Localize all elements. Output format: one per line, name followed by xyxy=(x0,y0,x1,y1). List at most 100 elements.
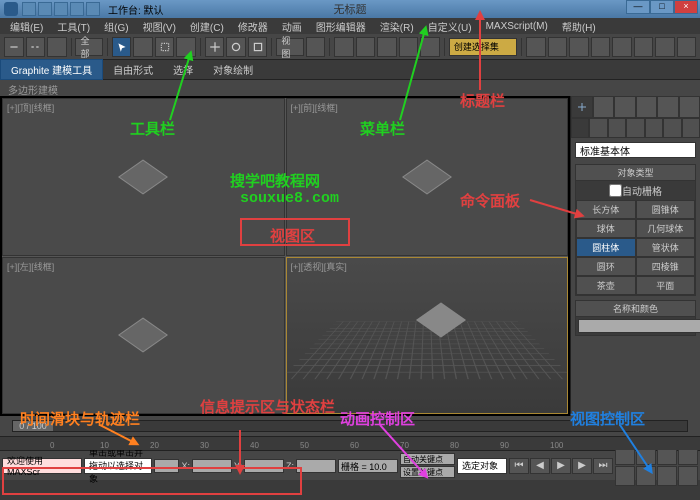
close-button[interactable]: × xyxy=(674,0,698,14)
viewport-label[interactable]: [+][前][线框] xyxy=(291,101,338,114)
shapes-icon[interactable] xyxy=(589,118,607,138)
align-icon[interactable] xyxy=(548,37,568,57)
motion-tab-icon[interactable] xyxy=(636,96,658,118)
bind-icon[interactable] xyxy=(47,37,67,57)
viewport-perspective[interactable]: [+][透视][真实] xyxy=(286,257,569,415)
menu-tools[interactable]: 工具(T) xyxy=(51,19,96,34)
lights-icon[interactable] xyxy=(608,118,626,138)
viewport-top[interactable]: [+][顶][线框] xyxy=(2,98,285,256)
snap-icon[interactable] xyxy=(356,37,376,57)
ribbon-tab-objectpaint[interactable]: 对象绘制 xyxy=(203,60,263,79)
tube-button[interactable]: 管状体 xyxy=(636,238,696,257)
primitive-category-dropdown[interactable]: 标准基本体 xyxy=(575,142,696,158)
prev-frame-icon[interactable]: ◀ xyxy=(530,458,550,474)
redo-icon[interactable] xyxy=(86,2,100,16)
spacewarps-icon[interactable] xyxy=(663,118,681,138)
viewport-label[interactable]: [+][透视][真实] xyxy=(291,260,347,273)
time-slider[interactable]: 0 / 100 xyxy=(12,420,688,432)
selection-lock-icon[interactable] xyxy=(154,459,179,473)
app-logo[interactable] xyxy=(4,2,18,16)
menu-grapheditor[interactable]: 图形编辑器 xyxy=(310,19,372,34)
geometry-icon[interactable] xyxy=(571,118,589,138)
orbit-icon[interactable] xyxy=(657,466,677,486)
time-slider-handle[interactable]: 0 / 100 xyxy=(13,421,53,431)
link-icon[interactable] xyxy=(4,37,24,57)
auto-grid-checkbox[interactable]: 自动栅格 xyxy=(576,181,695,200)
manipulate-icon[interactable] xyxy=(334,37,354,57)
set-key-button[interactable]: 设置关键点 xyxy=(400,466,455,478)
viewport-left[interactable]: [+][左][线框] xyxy=(2,257,285,415)
save-icon[interactable] xyxy=(54,2,68,16)
systems-icon[interactable] xyxy=(682,118,700,138)
y-coord-input[interactable] xyxy=(244,459,284,473)
undo-icon[interactable] xyxy=(70,2,84,16)
selection-filter[interactable]: 全部 xyxy=(75,38,103,56)
goto-end-icon[interactable]: ⏭ xyxy=(593,458,613,474)
maxscript-listener[interactable]: 欢迎使用 MAXScr xyxy=(2,458,82,474)
menu-maxscript[interactable]: MAXScript(M) xyxy=(480,21,554,32)
menu-modifiers[interactable]: 修改器 xyxy=(232,19,274,34)
helpers-icon[interactable] xyxy=(645,118,663,138)
menu-animation[interactable]: 动画 xyxy=(276,19,308,34)
select-name-icon[interactable] xyxy=(133,37,153,57)
cylinder-button[interactable]: 圆柱体 xyxy=(576,238,636,257)
play-icon[interactable]: ▶ xyxy=(551,458,571,474)
select-icon[interactable] xyxy=(112,37,132,57)
menu-view[interactable]: 视图(V) xyxy=(137,19,182,34)
object-name-input[interactable] xyxy=(578,319,700,333)
sphere-button[interactable]: 球体 xyxy=(576,219,636,238)
rotate-icon[interactable] xyxy=(226,37,246,57)
layers-icon[interactable] xyxy=(569,37,589,57)
cone-button[interactable]: 圆锥体 xyxy=(636,200,696,219)
hierarchy-tab-icon[interactable] xyxy=(614,96,636,118)
maximize-viewport-icon[interactable] xyxy=(678,466,698,486)
box-button[interactable]: 长方体 xyxy=(576,200,636,219)
geosphere-button[interactable]: 几何球体 xyxy=(636,219,696,238)
pan-icon[interactable] xyxy=(636,466,656,486)
new-icon[interactable] xyxy=(22,2,36,16)
select-region-icon[interactable] xyxy=(155,37,175,57)
rollout-header[interactable]: 名称和颜色 xyxy=(576,301,695,317)
z-coord-input[interactable] xyxy=(296,459,336,473)
ref-coord-system[interactable]: 视图 xyxy=(276,38,304,56)
cameras-icon[interactable] xyxy=(626,118,644,138)
angle-snap-icon[interactable] xyxy=(377,37,397,57)
ribbon-tab-graphite[interactable]: Graphite 建模工具 xyxy=(0,59,103,80)
fov-icon[interactable] xyxy=(615,466,635,486)
auto-key-button[interactable]: 自动关键点 xyxy=(400,453,455,465)
window-crossing-icon[interactable] xyxy=(176,37,196,57)
modify-tab-icon[interactable] xyxy=(593,96,615,118)
scale-icon[interactable] xyxy=(248,37,268,57)
utilities-tab-icon[interactable] xyxy=(679,96,700,118)
teapot-button[interactable]: 茶壶 xyxy=(576,276,636,295)
x-coord-input[interactable] xyxy=(192,459,232,473)
render-icon[interactable] xyxy=(677,37,697,57)
material-editor-icon[interactable] xyxy=(634,37,654,57)
schematic-icon[interactable] xyxy=(612,37,632,57)
curve-editor-icon[interactable] xyxy=(591,37,611,57)
pyramid-button[interactable]: 四棱锥 xyxy=(636,257,696,276)
open-icon[interactable] xyxy=(38,2,52,16)
move-icon[interactable] xyxy=(205,37,225,57)
minimize-button[interactable]: — xyxy=(626,0,650,14)
pivot-icon[interactable] xyxy=(306,37,326,57)
ribbon-tab-selection[interactable]: 选择 xyxy=(163,60,203,79)
menu-group[interactable]: 组(G) xyxy=(98,19,134,34)
maximize-button[interactable]: □ xyxy=(650,0,674,14)
menu-render[interactable]: 渲染(R) xyxy=(374,19,420,34)
track-bar[interactable]: 0 10 20 30 40 50 60 70 80 90 100 xyxy=(0,436,700,450)
viewport-label[interactable]: [+][顶][线框] xyxy=(7,101,54,114)
unlink-icon[interactable] xyxy=(26,37,46,57)
percent-snap-icon[interactable] xyxy=(399,37,419,57)
key-filters-dropdown[interactable]: 选定对象 xyxy=(457,458,507,474)
menu-customize[interactable]: 自定义(U) xyxy=(422,19,478,34)
create-tab-icon[interactable] xyxy=(571,96,593,118)
mirror-icon[interactable] xyxy=(526,37,546,57)
goto-start-icon[interactable]: ⏮ xyxy=(509,458,529,474)
plane-button[interactable]: 平面 xyxy=(636,276,696,295)
workspace-selector[interactable]: 工作台: 默认 xyxy=(108,2,164,17)
named-selection-set[interactable]: 创建选择集 xyxy=(449,38,517,56)
menu-edit[interactable]: 编辑(E) xyxy=(4,19,49,34)
menu-create[interactable]: 创建(C) xyxy=(184,19,230,34)
spinner-snap-icon[interactable] xyxy=(420,37,440,57)
